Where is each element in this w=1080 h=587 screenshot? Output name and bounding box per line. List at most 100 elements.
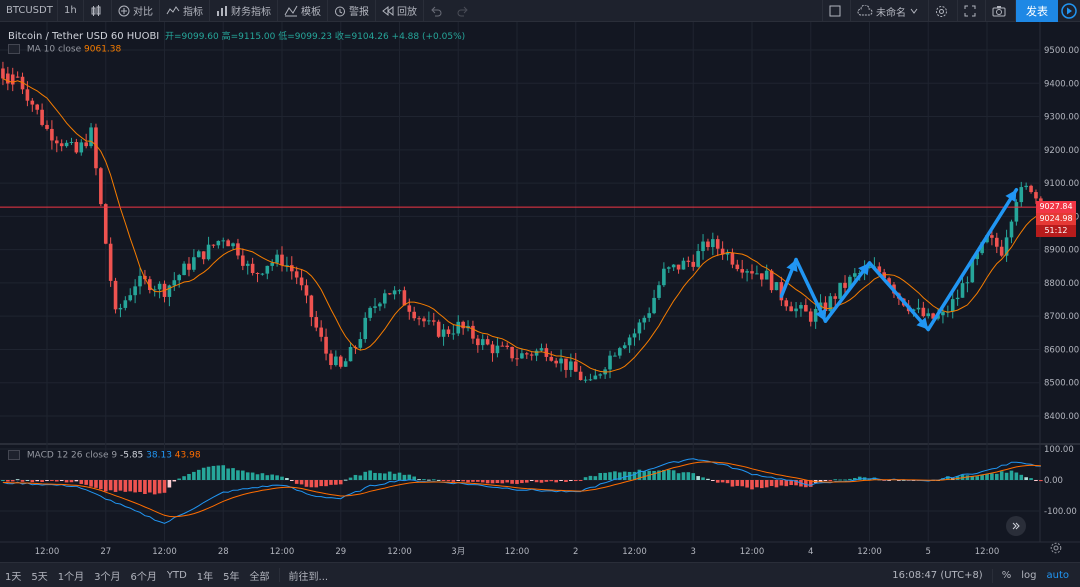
macd-histogram-bar (774, 480, 779, 488)
range-button[interactable]: 5年 (218, 568, 244, 583)
candle-body (735, 264, 740, 270)
macd-histogram-bar (59, 480, 64, 481)
candle-body (206, 244, 211, 260)
candle-body (172, 280, 177, 286)
candle-body (299, 277, 304, 286)
macd-hist-value: -5.85 (119, 450, 144, 461)
time-tick-label: 29 (335, 547, 346, 557)
chart-canvas[interactable]: 8400.00 8500.00 8600.00 8700.00 8800.00 8900.… (0, 22, 1080, 562)
templates-button[interactable]: 模板 (278, 0, 328, 22)
ma-legend[interactable]: MA 10 close 9061.38 (8, 44, 121, 55)
candle-body (30, 100, 35, 105)
auto-toggle[interactable]: auto (1041, 570, 1074, 581)
candle-body (241, 255, 245, 266)
legend-close: 收=9104.26 (334, 32, 389, 42)
replay-label: 回放 (397, 7, 417, 18)
macd-histogram-bar (319, 480, 323, 487)
chart-area[interactable]: 8400.00 8500.00 8600.00 8700.00 8800.00 8900.… (0, 22, 1080, 562)
interval-button[interactable]: 1h (58, 0, 84, 22)
macd-histogram-bar (750, 480, 754, 490)
candle-body (412, 311, 416, 319)
macd-legend-label: MACD 12 26 close 9 (26, 450, 118, 461)
log-toggle[interactable]: log (1016, 570, 1041, 581)
redo-icon (457, 6, 468, 16)
candle-body (226, 240, 230, 247)
range-button[interactable]: 1个月 (53, 568, 89, 583)
snapshot-button[interactable] (986, 0, 1016, 22)
play-button[interactable] (1058, 0, 1080, 22)
macd-histogram-bar (554, 480, 558, 483)
layout-name-button[interactable]: 未命名 (851, 0, 929, 22)
candle-body (706, 241, 710, 248)
indicators-button[interactable]: 指标 (160, 0, 210, 22)
macd-tick-label: -100.00 (1044, 507, 1077, 517)
range-button[interactable]: 6个月 (126, 568, 162, 583)
range-button[interactable]: 5天 (26, 568, 52, 583)
redo-button[interactable] (451, 0, 478, 22)
financials-button[interactable]: 财务指标 (210, 0, 278, 22)
macd-histogram-bar (804, 480, 808, 488)
candle-body (422, 318, 426, 322)
alert-button[interactable]: 警报 (328, 0, 376, 22)
candle-body (691, 261, 696, 267)
macd-histogram-bar (383, 473, 387, 480)
fullscreen-button[interactable] (958, 0, 986, 22)
macd-histogram-bar (358, 475, 363, 480)
candle-body (666, 267, 671, 269)
range-button[interactable]: 1年 (192, 568, 218, 583)
range-button[interactable]: 3个月 (89, 568, 125, 583)
candle-body (701, 241, 705, 252)
macd-histogram-bar (431, 479, 436, 481)
macd-histogram-bar (6, 480, 10, 482)
macd-histogram-bar (40, 480, 44, 483)
candle-body (59, 143, 64, 147)
candle-body (1024, 185, 1028, 188)
collapse-icon[interactable] (8, 450, 20, 460)
macd-histogram-bar (392, 473, 397, 480)
chart-style-button[interactable] (84, 0, 112, 22)
candle-body (211, 244, 216, 246)
symbol-search-button[interactable]: BTCUSDT (0, 0, 58, 22)
collapse-icon[interactable] (8, 44, 20, 54)
candle-body (524, 353, 529, 355)
macd-histogram-bar (828, 480, 833, 482)
candle-body (324, 336, 328, 354)
candle-body (539, 348, 544, 351)
time-tick-label: 3 (691, 547, 696, 557)
axis-settings-button[interactable] (1050, 542, 1062, 557)
range-button[interactable]: 全部 (245, 568, 275, 583)
clock-readout[interactable]: 16:08:47 (UTC+8) (887, 570, 987, 581)
macd-histogram-bar (735, 480, 740, 486)
candle-body (427, 320, 431, 322)
price-tick-label: 8500.00 (1044, 379, 1079, 389)
macd-histogram-bar (334, 480, 338, 485)
candle-body (843, 282, 847, 288)
settings-button[interactable] (929, 0, 958, 22)
candle-body (231, 243, 235, 247)
macd-legend[interactable]: MACD 12 26 close 9 -5.85 38.13 43.98 (8, 450, 201, 461)
compare-button[interactable]: 对比 (112, 0, 160, 22)
range-button[interactable]: YTD (162, 570, 192, 581)
time-tick-label: 3月 (451, 547, 465, 557)
candle-body (378, 303, 382, 307)
undo-button[interactable] (424, 0, 451, 22)
candle-body (515, 358, 519, 360)
macd-histogram-bar (30, 480, 35, 483)
fullscreen-toggle-button[interactable] (822, 0, 851, 22)
macd-histogram-bar (387, 471, 392, 480)
price-tick-label: 8800.00 (1044, 279, 1079, 289)
replay-button[interactable]: 回放 (376, 0, 424, 22)
goto-button[interactable]: 前往到... (284, 568, 334, 583)
candle-body (69, 141, 74, 143)
candle-body (133, 286, 137, 296)
candle-body (446, 329, 451, 334)
candle-body (334, 356, 338, 366)
candle-body (759, 273, 764, 280)
macd-histogram-bar (255, 474, 260, 480)
candle-body (436, 321, 441, 337)
macd-histogram-bar (187, 473, 191, 480)
scroll-to-realtime-button[interactable] (1006, 516, 1026, 536)
publish-button[interactable]: 发表 (1016, 0, 1058, 22)
percent-toggle[interactable]: % (997, 570, 1017, 581)
range-button[interactable]: 1天 (0, 568, 26, 583)
